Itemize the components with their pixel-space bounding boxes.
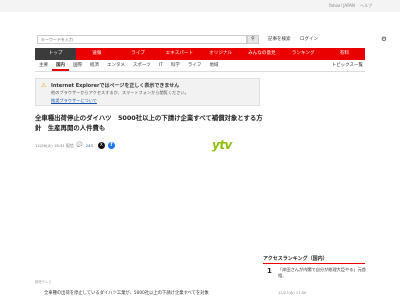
nav-top[interactable]: トップ (35, 48, 77, 60)
subnav-sports[interactable]: スポーツ (129, 61, 155, 71)
subnav-science[interactable]: 科学 (167, 61, 184, 71)
ranking-title: アクセスランキング（国内） (263, 256, 328, 262)
sub-nav: 主要 国内 国際 経済 エンタメ スポーツ IT 科学 ライフ 地域 トピックス… (35, 61, 365, 72)
facebook-share-icon[interactable]: f (107, 142, 115, 149)
subnav-life[interactable]: ライフ (184, 61, 206, 71)
nav-opinions[interactable]: みんなの意見 (241, 48, 282, 60)
help-link[interactable]: ヘルプ (360, 3, 372, 9)
nav-expert[interactable]: エキスパート (159, 48, 200, 60)
nav-original[interactable]: オリジナル (200, 48, 241, 60)
top-links: Yahoo! JAPAN ヘルプ (329, 3, 372, 9)
topics-list-link[interactable]: トピックス一覧 (332, 61, 363, 71)
gear-icon[interactable]: ⚙ (381, 35, 387, 43)
subnav-economy[interactable]: 経済 (86, 61, 103, 71)
warning-title: Internet Explorerではページを正しく表示できません (51, 83, 180, 89)
search-input[interactable] (37, 35, 247, 44)
image-caption: 読売テレビ (35, 280, 52, 284)
rank-number: 1 (267, 267, 272, 275)
top-strip: Yahoo! JAPAN ヘルプ (0, 0, 400, 12)
search-row: ⚲ 記事を検索 ログイン ⚙ (0, 32, 400, 47)
nav-breaking[interactable]: 速報 (76, 48, 117, 60)
nav-ranking[interactable]: ランキング (283, 48, 324, 60)
search-button[interactable]: ⚲ (247, 35, 259, 44)
subnav-main[interactable]: 主要 (35, 61, 52, 71)
article-meta: 12/26(火) 18:31 配信 💬 243 X f (35, 142, 115, 149)
subnav-entertainment[interactable]: エンタメ (103, 61, 129, 71)
subnav-local[interactable]: 地域 (205, 61, 222, 71)
comment-icon[interactable]: 💬 (77, 143, 83, 148)
article-headline: 全車種出荷停止のダイハツ 5000社以上の下請け企業すべて補償対象とする方針 生… (35, 114, 263, 132)
yahoo-japan-link[interactable]: Yahoo! JAPAN (329, 3, 355, 9)
browser-warning: ⚠ Internet Explorerではページを正しく表示できません 他のブラ… (35, 78, 260, 106)
warning-icon: ⚠ (41, 82, 47, 89)
main-nav: トップ 速報 ライブ エキスパート オリジナル みんなの意見 ランキング 有料 (35, 48, 365, 60)
recommended-browser-link[interactable]: 推奨ブラウザーについて (51, 98, 97, 104)
ranking-item-link[interactable]: 「岸田さんが内閣で自分が総理大臣やる」元首相、 (278, 267, 366, 279)
nav-paid[interactable]: 有料 (324, 48, 365, 60)
article-body: 全車種の出荷を停止しているダイハツ工業が、5000社以上の下請け企業すべてを対象 (44, 291, 209, 296)
ranking-item-date: 12/27(水) 17:30 (278, 291, 307, 295)
ytv-logo[interactable]: ytv (212, 138, 232, 152)
x-share-icon[interactable]: X (97, 142, 105, 149)
comment-count[interactable]: 243 (86, 143, 93, 148)
subnav-domestic[interactable]: 国内 (52, 61, 69, 71)
ranking-divider (263, 263, 365, 264)
login-link[interactable]: ログイン (300, 36, 318, 42)
warning-text: 他のブラウザーからアクセスするか、スマートフォンから閲覧ください。 (51, 90, 189, 95)
search-icon: ⚲ (251, 36, 255, 42)
subnav-international[interactable]: 国際 (69, 61, 86, 71)
article-date: 12/26(火) 18:31 配信 (35, 142, 74, 148)
nav-live[interactable]: ライブ (118, 48, 159, 60)
article-search-link[interactable]: 記事を検索 (268, 36, 291, 42)
subnav-it[interactable]: IT (155, 61, 167, 71)
